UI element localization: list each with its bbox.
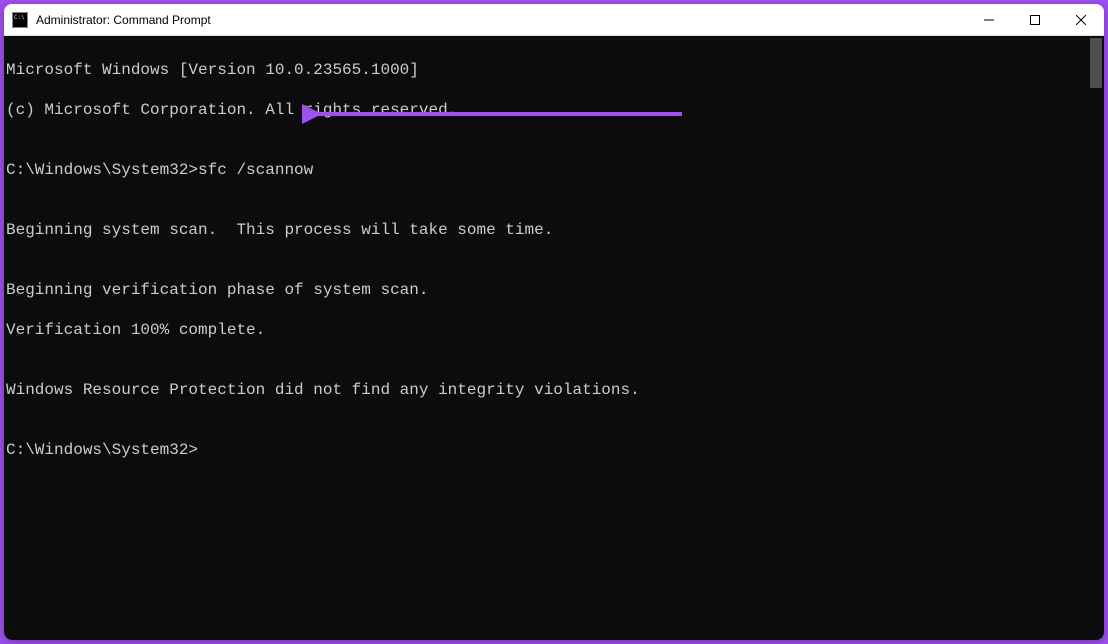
window-title: Administrator: Command Prompt bbox=[36, 13, 966, 27]
output-line: Beginning system scan. This process will… bbox=[6, 220, 1086, 240]
window-controls bbox=[966, 4, 1104, 35]
close-icon bbox=[1076, 15, 1086, 25]
scrollbar[interactable] bbox=[1088, 36, 1104, 640]
command-prompt-window: Administrator: Command Prompt Microsoft … bbox=[4, 4, 1104, 640]
output-line: Verification 100% complete. bbox=[6, 320, 1086, 340]
terminal-output[interactable]: Microsoft Windows [Version 10.0.23565.10… bbox=[4, 36, 1088, 640]
output-line: (c) Microsoft Corporation. All rights re… bbox=[6, 100, 1086, 120]
terminal-area: Microsoft Windows [Version 10.0.23565.10… bbox=[4, 36, 1104, 640]
output-line: Beginning verification phase of system s… bbox=[6, 280, 1086, 300]
prompt-path: C:\Windows\System32> bbox=[6, 440, 1086, 460]
prompt-path: C:\Windows\System32> bbox=[6, 160, 198, 180]
typed-command: sfc /scannow bbox=[198, 160, 313, 180]
titlebar[interactable]: Administrator: Command Prompt bbox=[4, 4, 1104, 36]
close-button[interactable] bbox=[1058, 4, 1104, 36]
scrollbar-thumb[interactable] bbox=[1090, 38, 1102, 88]
minimize-icon bbox=[984, 15, 994, 25]
maximize-button[interactable] bbox=[1012, 4, 1058, 36]
maximize-icon bbox=[1030, 15, 1040, 25]
minimize-button[interactable] bbox=[966, 4, 1012, 36]
output-line: Windows Resource Protection did not find… bbox=[6, 380, 1086, 400]
output-line: Microsoft Windows [Version 10.0.23565.10… bbox=[6, 60, 1086, 80]
cmd-icon bbox=[12, 12, 28, 28]
